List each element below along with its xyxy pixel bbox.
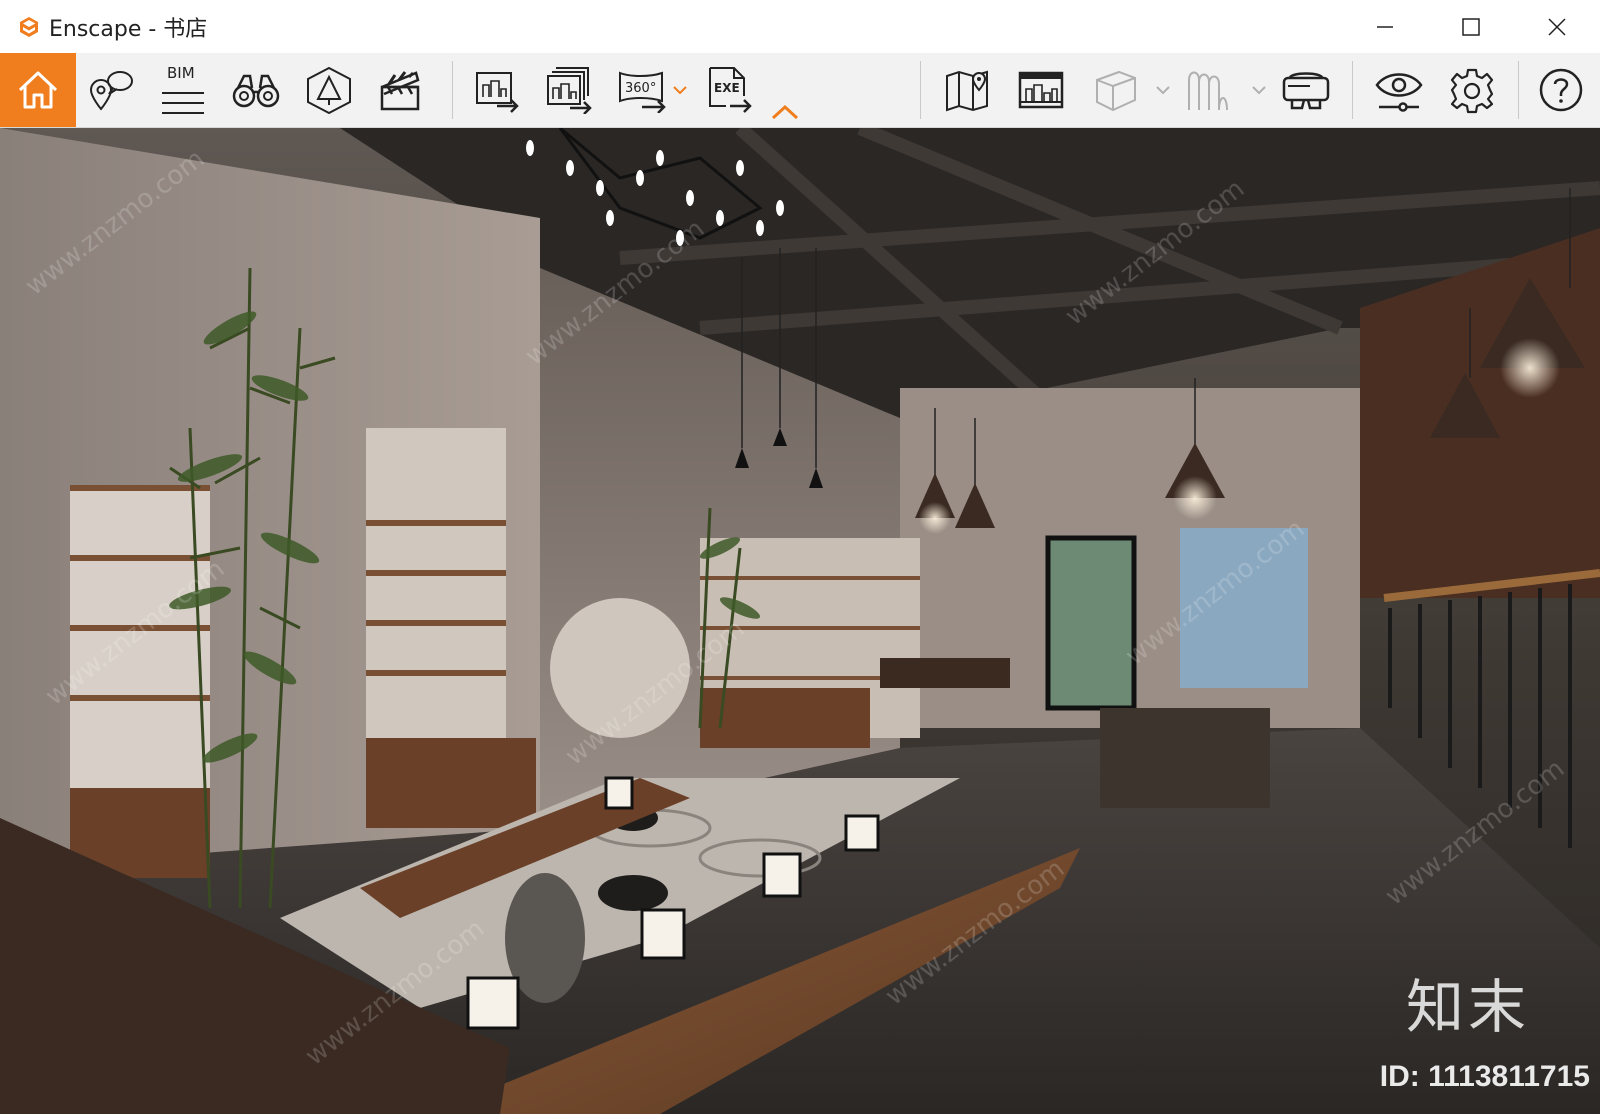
perspective-icon <box>307 66 351 115</box>
counter <box>1100 708 1270 808</box>
display-table <box>880 658 1010 688</box>
chevron-down-icon <box>1156 86 1170 95</box>
perspective-button[interactable] <box>303 53 355 127</box>
glass-door <box>1045 535 1137 711</box>
close-icon <box>1548 17 1566 36</box>
chevron-down-icon <box>1252 86 1266 95</box>
atmosphere-button[interactable] <box>1180 53 1234 127</box>
map-icon <box>946 70 988 112</box>
view-location-icon <box>89 71 133 111</box>
bim-button[interactable]: BIM <box>155 53 213 127</box>
export-360-button[interactable]: 360° <box>614 53 672 127</box>
export-dropdown-toggle[interactable] <box>673 83 687 97</box>
visual-settings-icon <box>1375 73 1423 112</box>
collapse-toolbar-button[interactable] <box>770 53 800 127</box>
help-icon <box>1539 68 1583 112</box>
visual-settings-button[interactable] <box>1370 53 1428 127</box>
title-bar: Enscape - 书店 <box>0 0 1600 53</box>
close-button[interactable] <box>1514 0 1600 53</box>
settings-button[interactable] <box>1444 53 1500 127</box>
cube-icon <box>1096 70 1136 112</box>
toolbar-separator <box>452 61 453 119</box>
vr-headset-icon <box>1282 72 1330 110</box>
view-management-button[interactable] <box>86 53 136 127</box>
minimize-icon <box>1377 25 1393 28</box>
collapse-chevron-icon <box>771 104 799 120</box>
home-button[interactable] <box>0 53 76 127</box>
maximize-icon <box>1462 17 1480 36</box>
watermark-id: ID: 1113811715 <box>1379 1060 1590 1093</box>
toolbar-separator <box>920 61 921 119</box>
binoculars-icon <box>232 74 280 108</box>
export-exe-icon: EXE <box>709 67 752 113</box>
window-title: Enscape - 书店 <box>49 16 208 42</box>
asset-library-button[interactable] <box>1014 53 1068 127</box>
render-viewport[interactable]: 知末 ID: 1113811715 www.znzmo.comwww.znzmo… <box>0 128 1600 1114</box>
clapperboard-icon <box>380 71 420 111</box>
map-button[interactable] <box>940 53 994 127</box>
window <box>1180 528 1308 688</box>
batch-export-button[interactable] <box>542 53 598 127</box>
rendered-scene <box>0 128 1600 1114</box>
video-editor-button[interactable] <box>374 53 426 127</box>
asset-library-icon <box>1018 71 1064 109</box>
site-context-button[interactable] <box>1088 53 1142 127</box>
watermark-logo: 知末 <box>1405 973 1530 1041</box>
exe-label: EXE <box>714 81 740 95</box>
pano-label: 360° <box>625 81 656 96</box>
gear-icon <box>1450 68 1494 114</box>
screenshot-button[interactable] <box>470 53 526 127</box>
help-button[interactable] <box>1534 53 1588 127</box>
walk-mode-button[interactable] <box>228 53 284 127</box>
export-exe-button[interactable]: EXE <box>702 53 756 127</box>
bim-icon <box>162 92 204 114</box>
export-360-icon: 360° <box>619 71 666 113</box>
toolbar-separator <box>1518 61 1519 119</box>
site-context-dropdown[interactable] <box>1156 83 1170 97</box>
export-image-icon <box>476 72 519 113</box>
minimize-button[interactable] <box>1342 0 1428 53</box>
atmosphere-icon <box>1188 71 1228 111</box>
main-toolbar: BIM 360° EXE <box>0 53 1600 128</box>
window-controls <box>1342 0 1600 53</box>
batch-export-icon <box>547 67 592 114</box>
toolbar-separator <box>1352 61 1353 119</box>
vr-headset-button[interactable] <box>1278 53 1334 127</box>
chevron-down-icon <box>673 86 687 95</box>
maximize-button[interactable] <box>1428 0 1514 53</box>
atmosphere-dropdown[interactable] <box>1252 83 1266 97</box>
home-icon <box>18 71 58 109</box>
enscape-logo-icon <box>17 15 41 39</box>
